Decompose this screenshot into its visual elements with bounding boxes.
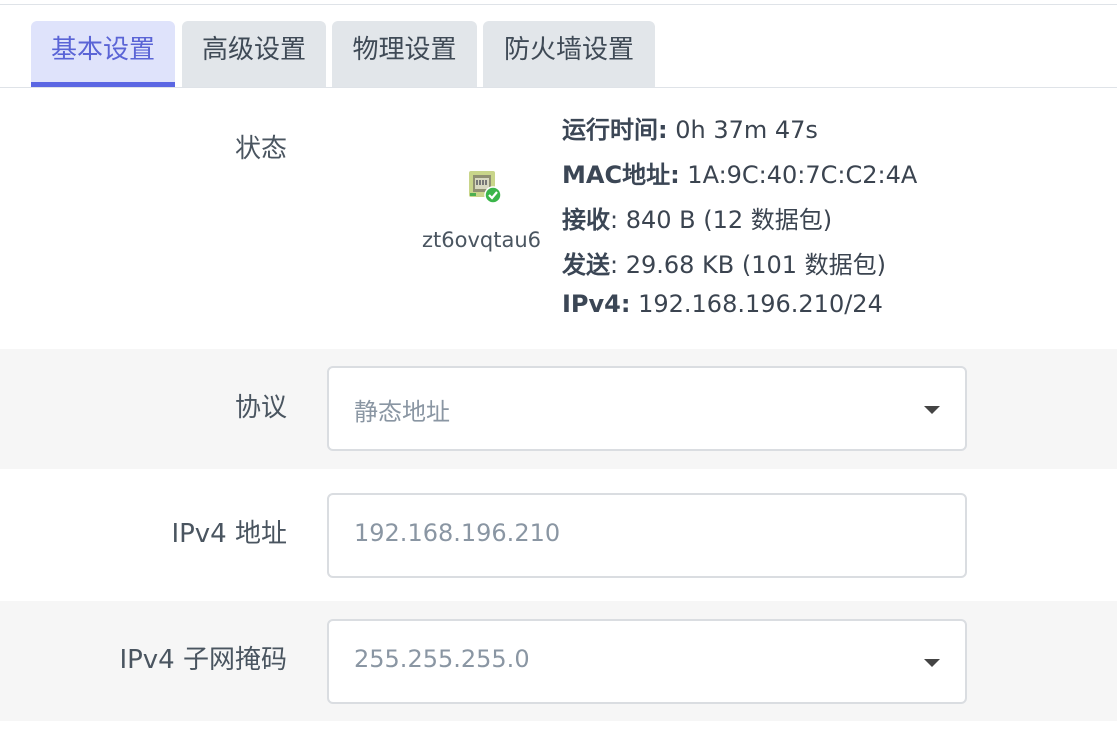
mac-label: MAC地址: [562,161,680,189]
tx-stat: 发送: 29.68 KB (101 数据包) [562,245,886,280]
ipv4-stat: IPv4: 192.168.196.210/24 [562,290,883,318]
tab-bar: 基本设置 高级设置 物理设置 防火墙设置 [0,21,1117,88]
top-divider [0,4,1117,5]
protocol-label: 协议 [234,393,287,423]
tab-basic-settings[interactable]: 基本设置 [31,21,175,87]
uptime-stat: 运行时间: 0h 37m 47s [562,110,818,145]
ipv4-stat-value: 192.168.196.210/24 [630,290,883,318]
mac-stat: MAC地址: 1A:9C:40:7C:C2:4A [562,155,917,190]
ipv4-netmask-select[interactable]: 255.255.255.0 [327,619,967,704]
protocol-select[interactable]: 静态地址 [327,366,967,451]
tx-value: : 29.68 KB (101 数据包) [610,251,887,279]
interface-name: zt6ovqtau6 [422,228,541,252]
protocol-selected-value: 静态地址 [354,398,450,426]
chevron-down-icon [924,406,940,414]
ethernet-port-connected-icon [469,171,502,204]
tab-physical-settings[interactable]: 物理设置 [332,21,477,87]
chevron-down-icon [924,659,940,667]
tab-firewall-settings[interactable]: 防火墙设置 [483,21,655,87]
rx-value: : 840 B (12 数据包) [610,206,833,234]
ipv4-address-value: 192.168.196.210 [354,519,561,547]
ipv4-address-label: IPv4 地址 [171,519,287,549]
status-label: 状态 [234,134,287,164]
ipv4-stat-label: IPv4: [562,290,631,318]
status-row: 状态 [0,88,1117,349]
ipv4-netmask-value: 255.255.255.0 [354,645,530,673]
tab-advanced-settings[interactable]: 高级设置 [182,21,326,87]
mac-value: 1A:9C:40:7C:C2:4A [679,161,918,189]
ipv4-address-input[interactable]: 192.168.196.210 [327,493,967,578]
uptime-value: 0h 37m 47s [667,116,818,144]
ipv4-netmask-label: IPv4 子网掩码 [119,645,287,675]
tx-label: 发送 [562,251,610,279]
rx-stat: 接收: 840 B (12 数据包) [562,200,832,235]
uptime-label: 运行时间: [562,116,668,144]
rx-label: 接收 [562,206,610,234]
